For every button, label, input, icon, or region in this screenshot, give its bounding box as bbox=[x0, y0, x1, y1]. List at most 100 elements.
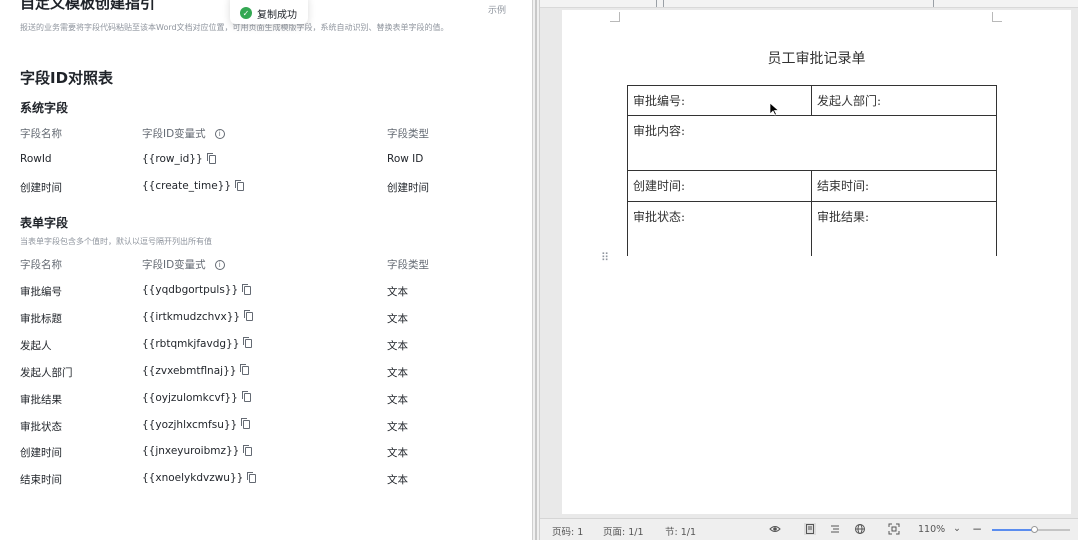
copy-icon[interactable] bbox=[247, 471, 257, 483]
template-guide-panel: 自定义模板创建指引 示例 报送的业务需要将字段代码粘贴至该本Word文档对应位置… bbox=[0, 0, 532, 540]
drag-handle-icon[interactable]: ⠿ bbox=[601, 252, 609, 263]
toast-message: 复制成功 bbox=[257, 9, 297, 21]
document-page[interactable]: 员工审批记录单 审批编号: 发起人部门: 审批内容: 创建时间: 结束时间: 审… bbox=[562, 10, 1071, 514]
field-type: 文本 bbox=[387, 312, 408, 325]
field-var: {{zvxebmtflnaj}} bbox=[142, 364, 237, 377]
outline-view-icon[interactable] bbox=[829, 523, 841, 535]
field-var: {{irtkmudzchvx}} bbox=[142, 310, 241, 323]
field-var: {{create_time}} bbox=[142, 180, 232, 192]
zoom-slider[interactable] bbox=[992, 526, 1070, 533]
header-field-type: 字段类型 bbox=[387, 128, 429, 140]
table-row: 发起人 {{rbtqmkjfavdg}} 文本 bbox=[20, 337, 500, 356]
header-field-name: 字段名称 bbox=[20, 259, 62, 271]
field-name: 审批编号 bbox=[20, 286, 62, 298]
ruler-marker[interactable] bbox=[933, 0, 934, 7]
eye-icon[interactable] bbox=[769, 523, 781, 535]
cell-dept[interactable]: 发起人部门: bbox=[811, 85, 997, 116]
field-name: 创建时间 bbox=[20, 182, 62, 194]
copy-icon[interactable] bbox=[243, 444, 253, 456]
zoom-slider-thumb[interactable] bbox=[1030, 526, 1038, 533]
ruler-marker[interactable] bbox=[663, 0, 664, 7]
field-name: 发起人部门 bbox=[20, 366, 73, 379]
cell-status[interactable]: 审批状态: bbox=[627, 201, 812, 256]
info-icon[interactable]: i bbox=[214, 259, 225, 270]
table-row: RowId {{row_id}} Row ID bbox=[20, 152, 500, 171]
form-fields-note: 当表单字段包含多个值时，默认以逗号隔开列出所有值 bbox=[20, 237, 212, 246]
field-var: {{row_id}} bbox=[142, 153, 203, 165]
copy-icon[interactable] bbox=[243, 337, 253, 349]
table-row: 审批结果 {{oyjzulomkcvf}} 文本 bbox=[20, 391, 500, 410]
document-title[interactable]: 员工审批记录单 bbox=[562, 48, 1071, 68]
page-margin-corner bbox=[610, 12, 620, 22]
info-icon[interactable]: i bbox=[214, 128, 225, 139]
field-type: 文本 bbox=[387, 286, 408, 298]
field-type: 文本 bbox=[387, 474, 408, 487]
table-row: 审批编号 {{yqdbgortpuls}} 文本 bbox=[20, 283, 500, 302]
field-name: RowId bbox=[20, 153, 52, 165]
field-var: {{rbtqmkjfavdg}} bbox=[142, 337, 240, 350]
status-bar: 页码: 1 页面: 1/1 节: 1/1 110% ⌄ − bbox=[540, 518, 1078, 540]
cell-created[interactable]: 创建时间: bbox=[627, 170, 812, 202]
zoom-dropdown-chevron-icon[interactable]: ⌄ bbox=[953, 523, 961, 534]
field-var: {{yozjhlxcmfsu}} bbox=[142, 418, 238, 431]
field-name: 创建时间 bbox=[20, 447, 62, 460]
web-view-icon[interactable] bbox=[854, 523, 866, 535]
ruler-marker[interactable] bbox=[656, 0, 657, 7]
field-var: {{xnoelykdvzwu}} bbox=[142, 472, 244, 485]
table-row: 结束时间 {{xnoelykdvzwu}} 文本 bbox=[20, 471, 500, 490]
header-field-type: 字段类型 bbox=[387, 259, 429, 271]
field-type: 文本 bbox=[387, 366, 408, 379]
copy-success-toast: ✓ 复制成功 bbox=[230, 0, 308, 24]
field-id-table-title: 字段ID对照表 bbox=[20, 69, 114, 87]
zoom-level[interactable]: 110% bbox=[918, 524, 945, 535]
document-editor: 员工审批记录单 审批编号: 发起人部门: 审批内容: 创建时间: 结束时间: 审… bbox=[540, 0, 1078, 540]
table-row: 创建时间 {{jnxeyuroibmz}} 文本 bbox=[20, 444, 500, 463]
copy-icon[interactable] bbox=[244, 310, 254, 322]
copy-icon[interactable] bbox=[241, 391, 251, 403]
copy-icon[interactable] bbox=[235, 179, 245, 191]
field-type: 文本 bbox=[387, 339, 408, 352]
page-margin-corner bbox=[992, 12, 1002, 22]
field-name: 发起人 bbox=[20, 339, 52, 352]
zoom-slider-fill bbox=[992, 529, 1035, 531]
header-field-name: 字段名称 bbox=[20, 128, 62, 140]
guide-title: 自定义模板创建指引 bbox=[20, 0, 156, 12]
copy-icon[interactable] bbox=[241, 418, 251, 429]
table-row: 发起人部门 {{zvxebmtflnaj}} 文本 bbox=[20, 364, 500, 383]
cell-result[interactable]: 审批结果: bbox=[811, 201, 997, 256]
zoom-out-icon[interactable]: − bbox=[972, 522, 982, 536]
fit-page-icon[interactable] bbox=[888, 523, 900, 535]
field-var: {{jnxeyuroibmz}} bbox=[142, 445, 240, 458]
check-circle-icon: ✓ bbox=[240, 7, 252, 19]
cell-ended[interactable]: 结束时间: bbox=[811, 170, 997, 202]
page-number: 页码: 1 bbox=[552, 527, 584, 538]
copy-icon[interactable] bbox=[242, 283, 252, 295]
cell-content[interactable]: 审批内容: bbox=[627, 115, 997, 171]
system-fields-title: 系统字段 bbox=[20, 101, 69, 115]
field-name: 审批标题 bbox=[20, 312, 62, 325]
header-field-var: 字段ID变量式 bbox=[142, 259, 206, 271]
horizontal-ruler[interactable] bbox=[540, 0, 1078, 8]
header-field-var: 字段ID变量式 bbox=[142, 128, 206, 140]
field-type: 创建时间 bbox=[387, 182, 429, 194]
field-name: 结束时间 bbox=[20, 474, 62, 487]
page-count: 页面: 1/1 bbox=[603, 527, 644, 538]
page-view-icon[interactable] bbox=[804, 523, 816, 535]
example-tag[interactable]: 示例 bbox=[488, 3, 506, 16]
cell-approval-no[interactable]: 审批编号: bbox=[627, 85, 812, 116]
form-fields-header: 字段名称 字段ID变量式 i 字段类型 bbox=[20, 257, 500, 275]
pane-splitter[interactable] bbox=[532, 0, 540, 540]
system-fields-header: 字段名称 字段ID变量式 i 字段类型 bbox=[20, 126, 500, 144]
table-row: 审批标题 {{irtkmudzchvx}} 文本 bbox=[20, 310, 500, 329]
copy-icon[interactable] bbox=[240, 364, 250, 376]
field-var: {{yqdbgortpuls}} bbox=[142, 284, 239, 296]
section-count: 节: 1/1 bbox=[665, 527, 697, 538]
splitter-grip[interactable] bbox=[535, 0, 537, 540]
form-fields-title: 表单字段 bbox=[20, 216, 69, 230]
field-name: 审批结果 bbox=[20, 393, 62, 406]
field-type: 文本 bbox=[387, 420, 408, 433]
approval-form-table[interactable]: 审批编号: 发起人部门: 审批内容: 创建时间: 结束时间: 审批状态: 审批结… bbox=[627, 85, 997, 256]
copy-icon[interactable] bbox=[206, 152, 216, 164]
table-row: 审批状态 {{yozjhlxcmfsu}} 文本 bbox=[20, 418, 500, 437]
table-row: 创建时间 {{create_time}} 创建时间 bbox=[20, 179, 500, 198]
